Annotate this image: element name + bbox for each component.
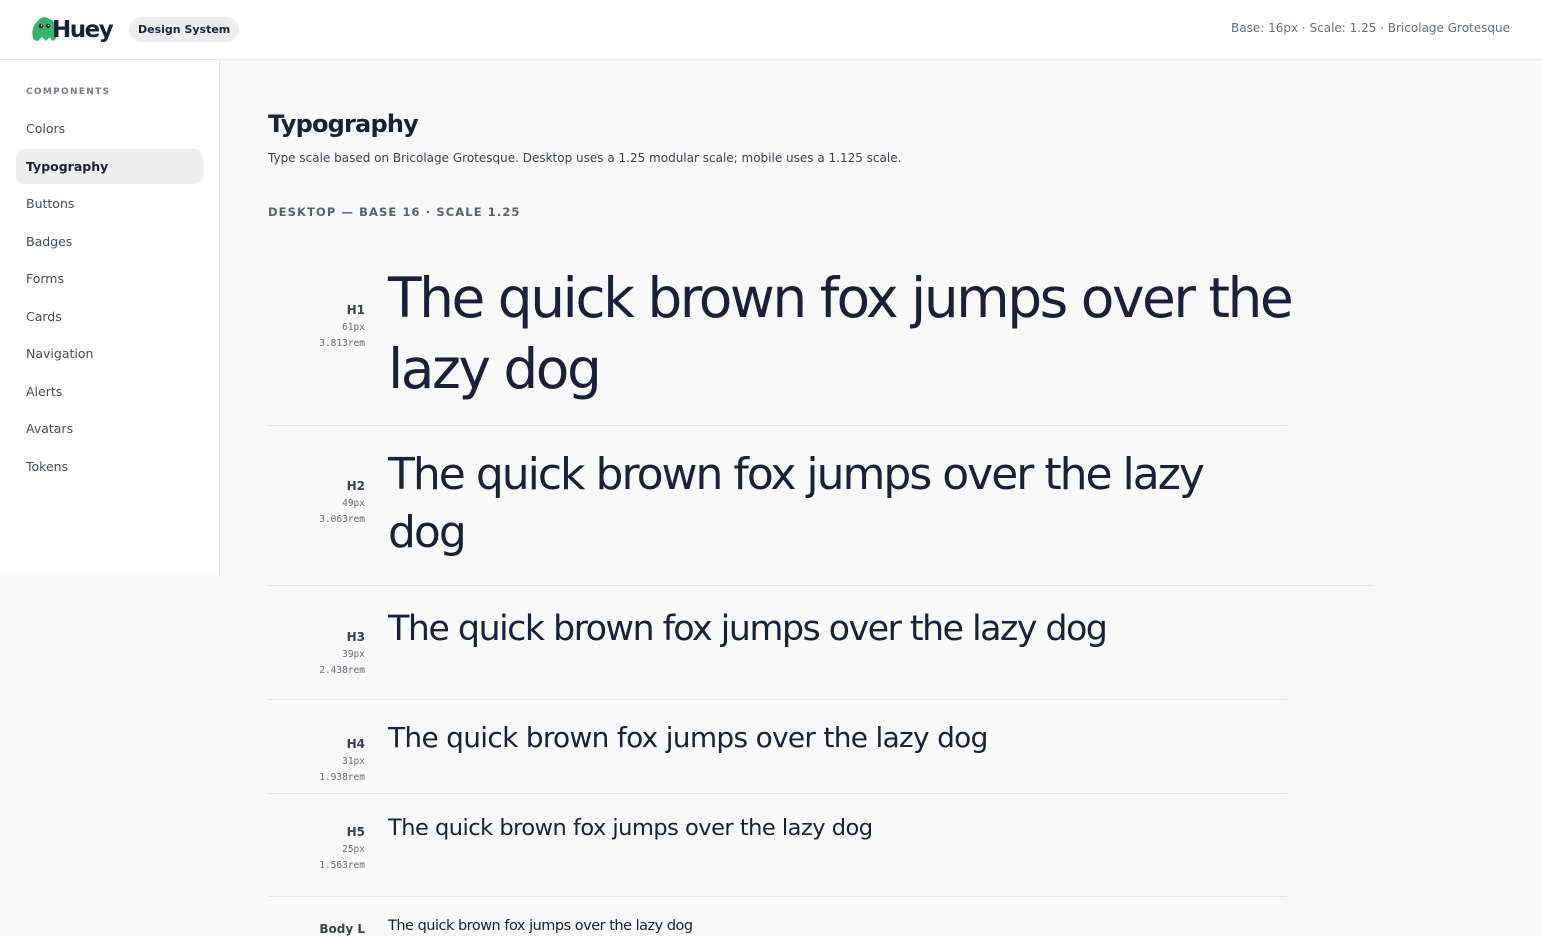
type-spec: H3 39px 2.438rem	[268, 630, 365, 679]
type-tag: Body L	[319, 922, 365, 936]
type-sample: The quick brown fox jumps over the lazy …	[388, 609, 1108, 649]
sidebar-item-typography[interactable]: Typography	[16, 148, 203, 184]
type-spec: H1 61px 3.813rem	[268, 303, 365, 352]
type-px: 49px	[342, 498, 365, 509]
type-sample: The quick brown fox jumps over the lazy …	[388, 815, 873, 841]
type-tag: H2	[346, 479, 365, 493]
type-row-h4: H4 31px 1.938rem The quick brown fox jum…	[268, 700, 1287, 794]
type-spec: H2 49px 3.063rem	[268, 479, 365, 528]
type-px: 31px	[342, 756, 365, 767]
page-title: Typography	[268, 110, 419, 138]
type-sample: The quick brown fox jumps over the lazy …	[388, 449, 1205, 558]
sidebar-heading: COMPONENTS	[26, 87, 111, 97]
type-tag: H1	[346, 303, 365, 317]
page-description: Type scale based on Bricolage Grotesque.…	[268, 151, 902, 165]
type-row-body-l: Body L The quick brown fox jumps over th…	[268, 897, 1287, 936]
logo-wordmark: Huey	[52, 17, 114, 43]
main-content: Typography Type scale based on Bricolage…	[268, 0, 1508, 936]
type-row-h5: H5 25px 1.563rem The quick brown fox jum…	[268, 794, 1287, 897]
sidebar-item-navigation[interactable]: Navigation	[16, 336, 203, 371]
design-system-badge: Design System	[129, 17, 240, 42]
sidebar-item-avatars[interactable]: Avatars	[16, 411, 203, 446]
sidebar-nav: Colors Typography Buttons Badges Forms C…	[16, 111, 203, 486]
sidebar-item-cards[interactable]: Cards	[16, 299, 203, 334]
type-rem: 3.063rem	[319, 514, 365, 525]
type-row-h1: H1 61px 3.813rem The quick brown fox jum…	[268, 245, 1294, 426]
huey-logo[interactable]: Huey	[30, 12, 114, 48]
type-tag: H3	[346, 630, 365, 644]
type-rem: 1.563rem	[319, 860, 365, 871]
type-spec: H5 25px 1.563rem	[268, 825, 365, 874]
type-spec: H4 31px 1.938rem	[268, 737, 365, 786]
sidebar-item-alerts[interactable]: Alerts	[16, 374, 203, 409]
type-sample: The quick brown fox jumps over the lazy …	[388, 266, 1294, 401]
sidebar-item-tokens[interactable]: Tokens	[16, 449, 203, 484]
sidebar-item-badges[interactable]: Badges	[16, 224, 203, 259]
type-tag: H4	[346, 737, 365, 751]
type-rem: 1.938rem	[319, 772, 365, 783]
type-rem: 2.438rem	[319, 665, 365, 676]
sidebar-item-colors[interactable]: Colors	[16, 111, 203, 146]
type-px: 39px	[342, 649, 365, 660]
type-px: 25px	[342, 844, 365, 855]
section-label: DESKTOP — BASE 16 · SCALE 1.25	[268, 205, 521, 219]
type-tag: H5	[346, 825, 365, 839]
type-sample: The quick brown fox jumps over the lazy …	[388, 918, 693, 934]
sidebar-item-forms[interactable]: Forms	[16, 261, 203, 296]
sidebar: COMPONENTS Colors Typography Buttons Bad…	[0, 60, 220, 575]
type-sample: The quick brown fox jumps over the lazy …	[388, 721, 988, 754]
type-spec: Body L	[268, 922, 365, 936]
type-px: 61px	[342, 322, 365, 333]
type-row-h3: H3 39px 2.438rem The quick brown fox jum…	[268, 586, 1287, 700]
type-row-h2: H2 49px 3.063rem The quick brown fox jum…	[268, 426, 1373, 586]
sidebar-item-buttons[interactable]: Buttons	[16, 186, 203, 221]
type-rem: 3.813rem	[319, 338, 365, 349]
